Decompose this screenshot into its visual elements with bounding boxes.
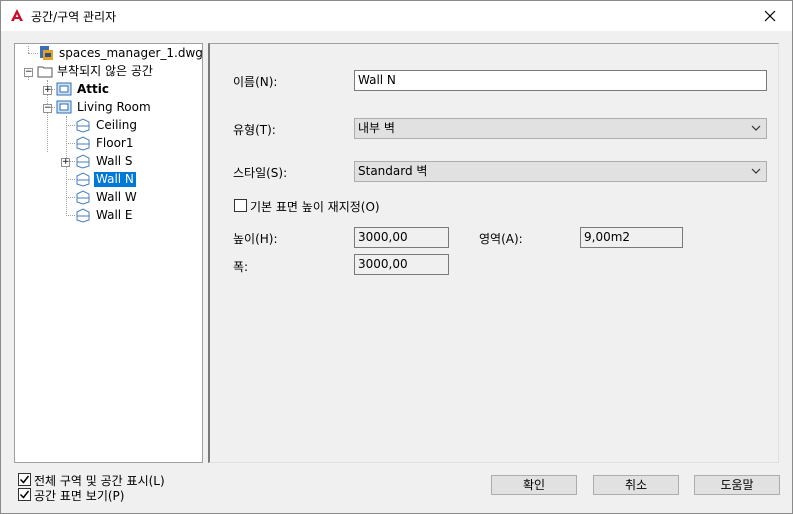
type-select[interactable]: 내부 벽 [354,118,767,139]
expand-icon[interactable]: + [61,158,70,167]
tree-line [66,125,75,126]
override-height-checkbox[interactable] [234,199,247,212]
properties-panel [208,43,779,463]
surface-icon [76,136,90,151]
surface-icon [76,208,90,223]
tree-line [28,53,38,54]
title-bar: 공간/구역 관리자 [1,1,792,31]
tree-item-surface[interactable]: Ceiling [94,117,139,134]
space-tree[interactable]: spaces_manager_1.dwg − 부착되지 않은 공간 + Atti… [14,43,203,463]
zone-icon [56,100,72,114]
surface-icon [76,172,90,187]
tree-line [28,46,29,53]
height-label: 높이(H): [233,232,278,246]
tree-line [66,143,75,144]
tree-item-surface[interactable]: Floor1 [94,135,136,152]
height-value: 3000,00 [354,227,449,248]
tree-item-label: Wall N [94,172,136,187]
tree-item-attic[interactable]: Attic [75,81,111,98]
area-label: 영역(A): [479,232,523,246]
type-label: 유형(T): [233,123,276,137]
close-button[interactable] [748,1,792,31]
collapse-icon[interactable]: − [24,68,33,77]
folder-icon [37,66,53,78]
tree-item-label: Floor1 [96,136,134,150]
chevron-down-icon [751,168,761,174]
chevron-down-icon [751,125,761,131]
surface-icon [76,154,90,169]
name-label: 이름(N): [233,75,278,89]
show-all-checkbox[interactable] [18,473,31,486]
checkmark-icon [19,490,30,499]
tree-item-surface[interactable]: Wall W [94,189,139,206]
tree-item-label: Wall E [96,208,133,222]
override-height-label: 기본 표면 높이 재지정(O) [250,200,380,214]
expand-icon[interactable]: + [43,86,52,95]
tree-line [66,215,75,216]
tree-item-surface-selected[interactable]: Wall N [94,171,136,188]
type-select-value: 내부 벽 [358,121,395,135]
style-label: 스타일(S): [233,166,288,180]
space-zone-manager-dialog: 공간/구역 관리자 spaces_manager_1.dwg − 부착되지 않은… [0,0,793,514]
tree-item-label: 부착되지 않은 공간 [57,64,153,78]
style-select-value: Standard 벽 [358,164,428,178]
tree-item-root[interactable]: spaces_manager_1.dwg [57,45,205,62]
width-value: 3000,00 [354,254,449,275]
surface-icon [76,190,90,205]
show-surfaces-label: 공간 표면 보기(P) [34,489,125,503]
tree-item-label: Wall W [96,190,137,204]
tree-item-surface[interactable]: Wall S [94,153,135,170]
window-title: 공간/구역 관리자 [31,10,117,24]
help-button[interactable]: 도움말 [694,475,780,495]
autocad-a-icon [11,9,23,21]
zone-icon [56,82,72,96]
style-select[interactable]: Standard 벽 [354,161,767,182]
area-value: 9,00m2 [580,227,683,248]
close-icon [764,10,776,22]
width-label: 폭: [233,260,249,274]
tree-item-label: Attic [77,82,109,96]
surface-icon [76,118,90,133]
tree-item-label: Living Room [77,100,151,114]
name-input[interactable]: Wall N [354,70,767,91]
tree-item-living-room[interactable]: Living Room [75,99,153,116]
show-surfaces-checkbox[interactable] [18,488,31,501]
drawing-file-icon [40,46,53,60]
tree-line [66,197,75,198]
collapse-icon[interactable]: − [43,104,52,113]
tree-item-label: spaces_manager_1.dwg [59,46,203,60]
cancel-button[interactable]: 취소 [593,475,679,495]
tree-item-surface[interactable]: Wall E [94,207,135,224]
tree-item-unattached[interactable]: 부착되지 않은 공간 [55,63,155,80]
tree-line [66,179,75,180]
checkmark-icon [19,475,30,484]
tree-item-label: Wall S [96,154,133,168]
tree-item-label: Ceiling [96,118,137,132]
ok-button[interactable]: 확인 [491,475,577,495]
